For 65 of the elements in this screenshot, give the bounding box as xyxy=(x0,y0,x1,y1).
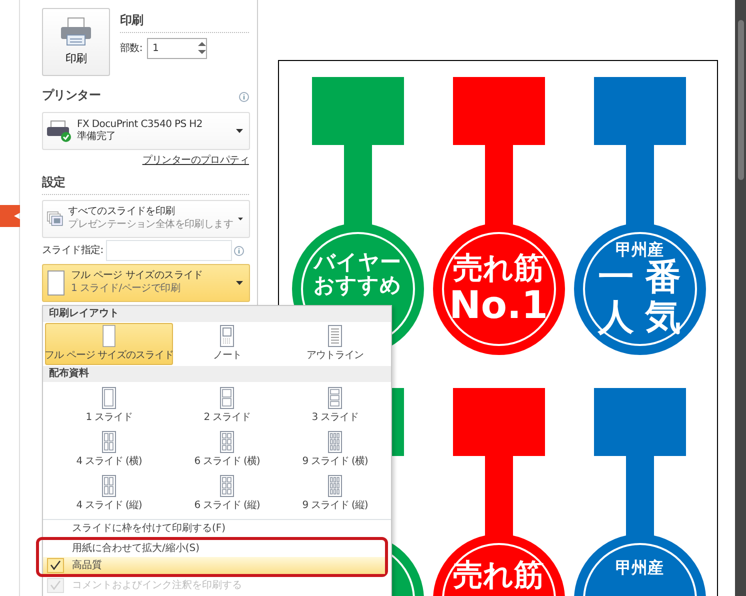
page-layout-icon xyxy=(220,431,234,453)
selected-nav-marker xyxy=(0,205,20,227)
page-layout-icon xyxy=(102,387,116,409)
layout-option[interactable]: 9 スライド (縦) xyxy=(281,471,389,515)
layout-option[interactable]: 6 スライド (横) xyxy=(173,427,281,471)
layout-option[interactable]: 2 スライド xyxy=(173,383,281,427)
page-layout-icon xyxy=(220,475,234,497)
scrollbar[interactable] xyxy=(735,0,746,596)
page-layout-icon xyxy=(102,431,116,453)
layout-option[interactable]: 4 スライド (横) xyxy=(45,427,173,471)
scrollbar-thumb[interactable] xyxy=(738,20,744,180)
slides-label: スライド指定: xyxy=(42,244,104,258)
layout-option[interactable]: 3 スライド xyxy=(281,383,389,427)
layout-option[interactable]: 9 スライド (横) xyxy=(281,427,389,471)
menu-option[interactable]: 高品質 xyxy=(43,556,385,574)
section-heading: プリンター xyxy=(42,87,101,104)
tag-text: 売れ筋 xyxy=(453,559,544,592)
page-layout-icon xyxy=(102,475,116,497)
page-layout-icon xyxy=(328,387,342,409)
page-layout-icon xyxy=(328,431,342,453)
section-heading: 印刷 xyxy=(120,10,249,32)
copies-label: 部数: xyxy=(120,42,142,56)
tag-text: 甲州産 xyxy=(616,240,664,258)
page-layout-icon xyxy=(328,475,342,497)
tag-text: 売れ筋 xyxy=(453,252,544,285)
layout-option[interactable]: フル ページ サイズのスライド xyxy=(45,323,173,365)
printer-dropdown[interactable]: FX DocuPrint C3540 PS H2 準備完了 xyxy=(42,112,250,150)
info-icon xyxy=(234,246,244,256)
tag-text: No.1 xyxy=(449,284,548,326)
printer-icon xyxy=(46,118,72,144)
caret-icon xyxy=(236,129,243,133)
print-range-dropdown[interactable]: すべてのスライドを印刷 プレゼンテーション全体を印刷します xyxy=(42,200,250,238)
check-icon xyxy=(50,560,61,570)
check-icon xyxy=(50,580,61,590)
menu-section-heading: 配布資料 xyxy=(43,366,391,382)
printer-icon xyxy=(59,16,93,47)
print-button[interactable]: 印刷 xyxy=(42,8,110,76)
layout-option[interactable]: アウトライン xyxy=(281,323,389,365)
menu-section-heading: 印刷レイアウト xyxy=(43,306,391,322)
layout-option[interactable]: ノート xyxy=(173,323,281,365)
layout-dropdown[interactable]: フル ページ サイズのスライド 1 スライド/ページで印刷 xyxy=(42,264,250,302)
page-icon xyxy=(46,268,66,296)
page-layout-icon xyxy=(101,325,117,347)
caret-icon xyxy=(238,216,243,220)
tag-text: 人気 xyxy=(598,298,692,338)
copies-spinner[interactable]: 1 xyxy=(147,38,208,58)
layout-option[interactable]: 6 スライド (縦) xyxy=(173,471,281,515)
page-layout-icon xyxy=(220,387,234,409)
printer-properties-link[interactable]: プリンターのプロパティ xyxy=(142,154,249,166)
tag-text: 一番 xyxy=(598,258,692,298)
menu-option[interactable]: 用紙に合わせて拡大/縮小(S) xyxy=(43,540,385,556)
slides-input[interactable] xyxy=(106,240,232,261)
info-icon xyxy=(239,92,249,102)
tag-text: バイヤー xyxy=(314,250,401,274)
caret-icon xyxy=(236,280,243,284)
layout-option[interactable]: 4 スライド (縦) xyxy=(45,471,173,515)
layout-option[interactable]: 1 スライド xyxy=(45,383,173,427)
tag-text: おすすめ xyxy=(314,274,402,298)
spin-arrows-icon xyxy=(198,41,206,55)
tag-text: 甲州産 xyxy=(616,559,664,577)
section-heading: 設定 xyxy=(42,172,249,194)
page-layout-icon xyxy=(328,325,342,347)
menu-option: コメントおよびインク注釈を印刷する xyxy=(43,576,391,594)
menu-option[interactable]: スライドに枠を付けて印刷する(F) xyxy=(43,520,391,536)
page-layout-icon xyxy=(220,325,234,347)
